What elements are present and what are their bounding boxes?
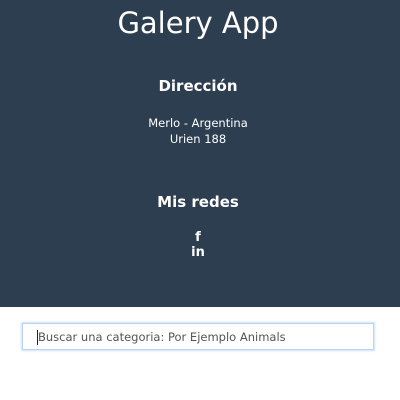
search-input[interactable] — [23, 324, 373, 349]
linkedin-icon[interactable]: in — [0, 245, 396, 261]
address-city: Merlo - Argentina — [148, 116, 248, 130]
facebook-icon[interactable]: f — [0, 230, 396, 246]
address-heading: Dirección — [158, 77, 238, 95]
search-box — [22, 323, 374, 350]
social-heading: Mis redes — [157, 193, 239, 211]
footer-panel: Galery App Dirección Merlo - Argentina U… — [0, 0, 400, 307]
address-street: Urien 188 — [169, 132, 227, 146]
text-caret — [37, 330, 38, 345]
app-title: Galery App — [117, 6, 279, 40]
